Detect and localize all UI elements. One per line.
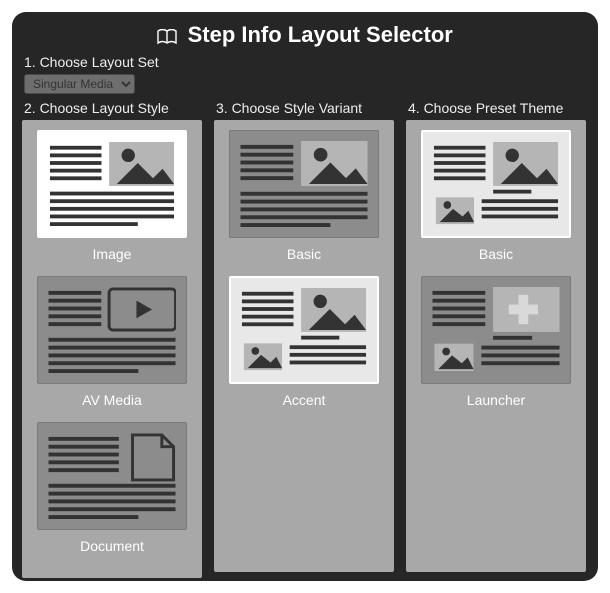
panel-title: Step Info Layout Selector: [188, 22, 453, 47]
card-image[interactable]: [37, 130, 187, 238]
column-header: 2. Choose Layout Style: [24, 100, 202, 116]
card-document[interactable]: [37, 422, 187, 530]
column-body: Basic Accent: [214, 120, 394, 572]
column-preset-theme: 4. Choose Preset Theme Basic: [406, 100, 586, 578]
variant-accent-thumb-icon: [241, 288, 367, 372]
card-label: Launcher: [414, 392, 578, 408]
layout-selector-panel: Step Info Layout Selector 1. Choose Layo…: [12, 12, 598, 581]
column-layout-style: 2. Choose Layout Style Image: [22, 100, 202, 578]
card-theme-launcher[interactable]: [421, 276, 571, 384]
document-thumb-icon: [48, 433, 176, 519]
column-body: Image AV Media Document: [22, 120, 202, 578]
book-icon: [157, 29, 187, 46]
variant-basic-thumb-icon: [240, 141, 368, 227]
card-variant-accent[interactable]: [229, 276, 379, 384]
card-av-media[interactable]: [37, 276, 187, 384]
card-theme-basic[interactable]: [421, 130, 571, 238]
layout-set-select[interactable]: Singular Media: [24, 74, 135, 94]
image-thumb-icon: [49, 142, 175, 226]
card-label: Image: [30, 246, 194, 262]
column-header: 3. Choose Style Variant: [216, 100, 394, 116]
columns-container: 2. Choose Layout Style Image: [22, 100, 588, 578]
step1-label: 1. Choose Layout Set: [24, 54, 588, 70]
card-label: Accent: [222, 392, 386, 408]
card-label: Basic: [414, 246, 578, 262]
theme-launcher-thumb-icon: [432, 287, 560, 373]
card-label: Basic: [222, 246, 386, 262]
card-label: Document: [30, 538, 194, 554]
card-variant-basic[interactable]: [229, 130, 379, 238]
card-label: AV Media: [30, 392, 194, 408]
theme-basic-thumb-icon: [433, 142, 559, 226]
column-header: 4. Choose Preset Theme: [408, 100, 586, 116]
panel-title-row: Step Info Layout Selector: [22, 22, 588, 48]
column-body: Basic Launcher: [406, 120, 586, 572]
av-thumb-icon: [48, 287, 176, 373]
column-style-variant: 3. Choose Style Variant Basic: [214, 100, 394, 578]
